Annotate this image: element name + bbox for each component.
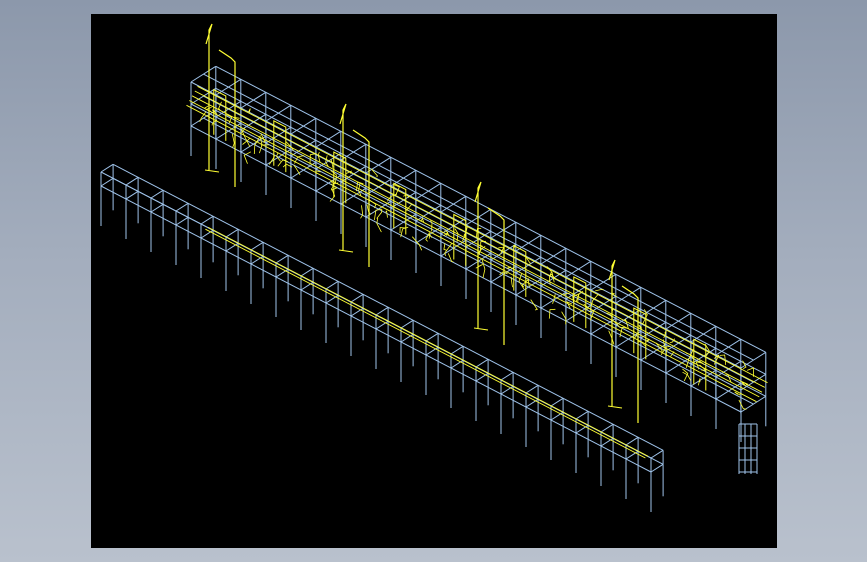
cad-viewport[interactable] — [91, 14, 777, 548]
end-structure — [738, 423, 758, 474]
front-pipe-rack — [100, 163, 664, 512]
wireframe-model — [100, 23, 768, 512]
